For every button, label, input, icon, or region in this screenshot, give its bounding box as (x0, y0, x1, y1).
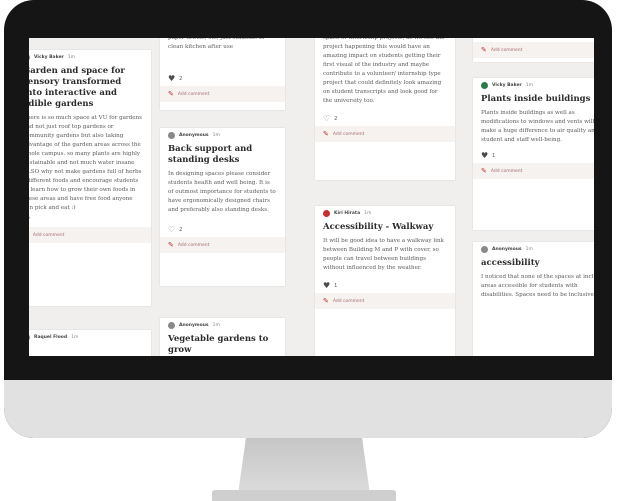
post-time: 1m (364, 210, 372, 216)
monitor-stand-base (212, 490, 396, 501)
card-meta: Raquel Flood 1m (29, 330, 143, 344)
card-title: Garden and space for sensory transformed… (29, 66, 125, 109)
monitor-chin (4, 380, 612, 438)
add-comment-button[interactable]: ✎ Add comment (315, 126, 455, 142)
comment-icon: ✎ (323, 129, 329, 138)
post-time: 1m (525, 82, 533, 88)
avatar (168, 321, 175, 329)
avatar (29, 333, 30, 341)
card-plants[interactable]: Vicky Baker 1m Plants inside buildings P… (473, 78, 594, 230)
post-time: 1m (212, 322, 220, 328)
card-bottom-left[interactable]: Raquel Flood 1m (29, 330, 151, 356)
add-comment-button[interactable]: ✎ Add comment (160, 86, 285, 102)
add-comment-label: Add comment (490, 168, 523, 174)
like-row[interactable]: ♥ 1 (481, 149, 594, 163)
avatar (29, 53, 30, 61)
post-time: 1m (71, 334, 79, 340)
like-count: 1 (334, 283, 338, 289)
add-comment-label: Add comment (332, 131, 365, 137)
screen: Vicky Baker 1m Garden and space for sens… (29, 38, 594, 356)
card-gardens[interactable]: Vicky Baker 1m Garden and space for sens… (29, 50, 151, 306)
card-top-right[interactable]: ✎ Add comment (473, 38, 594, 62)
card-title: Vegetable gardens to grow (168, 334, 269, 355)
like-row[interactable]: ♡ 2 (323, 112, 447, 126)
heart-outline-icon[interactable]: ♡ (168, 226, 175, 234)
add-comment-label: Add comment (177, 242, 210, 248)
card-title: Plants inside buildings (481, 94, 591, 104)
like-count: 1 (492, 153, 496, 159)
card-body: I noticed that none of the spaces at inc… (481, 274, 594, 298)
heart-outline-icon[interactable]: ♡ (323, 115, 330, 123)
add-comment-label: Add comment (32, 232, 65, 238)
author-name: Anonymous (179, 132, 209, 138)
comment-icon: ✎ (481, 166, 487, 175)
card-meta: Vicky Baker 1m (481, 78, 594, 92)
add-comment-button[interactable]: ✎ Add comment (473, 163, 594, 179)
avatar (323, 209, 330, 217)
card-kitchen[interactable]: paper towels, etc, just students to clea… (160, 38, 285, 110)
card-title: Accessibility - Walkway (323, 222, 434, 232)
comment-icon: ✎ (168, 89, 174, 98)
card-body: In designing spaces please consider stud… (168, 171, 276, 213)
like-count: 2 (179, 227, 183, 233)
card-title: accessibility (481, 258, 540, 268)
heart-icon[interactable]: ♥ (481, 152, 488, 160)
avatar (481, 81, 488, 89)
post-time: 1m (67, 54, 75, 60)
card-meta: Kiri Hirata 1m (323, 206, 447, 220)
comment-icon: ✎ (481, 45, 487, 54)
card-meta: Anonymous 1m (168, 318, 277, 332)
card-body: paper towels, etc, just students to clea… (168, 38, 265, 50)
like-row[interactable]: ♥ (29, 213, 143, 227)
like-row[interactable]: ♡ 2 (168, 223, 277, 237)
author-name: Anonymous (492, 246, 522, 252)
like-count: 2 (334, 116, 338, 122)
card-meta: Vicky Baker 1m (29, 50, 143, 64)
comment-icon: ✎ (168, 240, 174, 249)
post-time: 1m (525, 246, 533, 252)
card-meta: Anonymous 1m (481, 242, 594, 256)
author-name: Raquel Flood (34, 334, 68, 340)
card-body: space or internship projects, as we see … (323, 38, 445, 104)
card-walkway[interactable]: Kiri Hirata 1m Accessibility - Walkway I… (315, 206, 455, 356)
card-title: Back support and standing desks (168, 144, 253, 165)
card-meta: Anonymous 1m (168, 128, 277, 142)
add-comment-label: Add comment (177, 91, 210, 97)
author-name: Vicky Baker (34, 54, 64, 60)
add-comment-label: Add comment (332, 298, 365, 304)
post-time: 1m (212, 132, 220, 138)
card-body: Plants inside buildings as well as modif… (481, 110, 594, 143)
heart-icon[interactable]: ♥ (168, 75, 175, 83)
card-desks[interactable]: Anonymous 1m Back support and standing d… (160, 128, 285, 286)
avatar (168, 131, 175, 139)
author-name: Kiri Hirata (334, 210, 361, 216)
card-internship[interactable]: space or internship projects, as we see … (315, 38, 455, 180)
add-comment-button[interactable]: ✎ Add comment (315, 293, 455, 309)
like-row[interactable]: ♥ 2 (168, 72, 277, 86)
add-comment-button[interactable]: ✎ Add comment (473, 42, 594, 58)
heart-icon[interactable]: ♥ (29, 216, 30, 224)
add-comment-label: Add comment (490, 47, 523, 53)
author-name: Anonymous (179, 322, 209, 328)
author-name: Vicky Baker (492, 82, 522, 88)
card-accessibility[interactable]: Anonymous 1m accessibility I noticed tha… (473, 242, 594, 356)
add-comment-button[interactable]: ✎ Add comment (29, 227, 151, 243)
like-count: 2 (179, 76, 183, 82)
card-body: There is so much space at VU for gardens… (29, 115, 143, 211)
add-comment-button[interactable]: ✎ Add comment (160, 237, 285, 253)
card-vegetable[interactable]: Anonymous 1m Vegetable gardens to grow (160, 318, 285, 356)
like-row[interactable]: ♥ 1 (323, 279, 447, 293)
card-body: It will be good idea to have a walkway l… (323, 238, 444, 271)
monitor-stand (238, 438, 370, 494)
comment-icon: ✎ (323, 296, 329, 305)
heart-icon[interactable]: ♥ (323, 282, 330, 290)
avatar (481, 245, 488, 253)
